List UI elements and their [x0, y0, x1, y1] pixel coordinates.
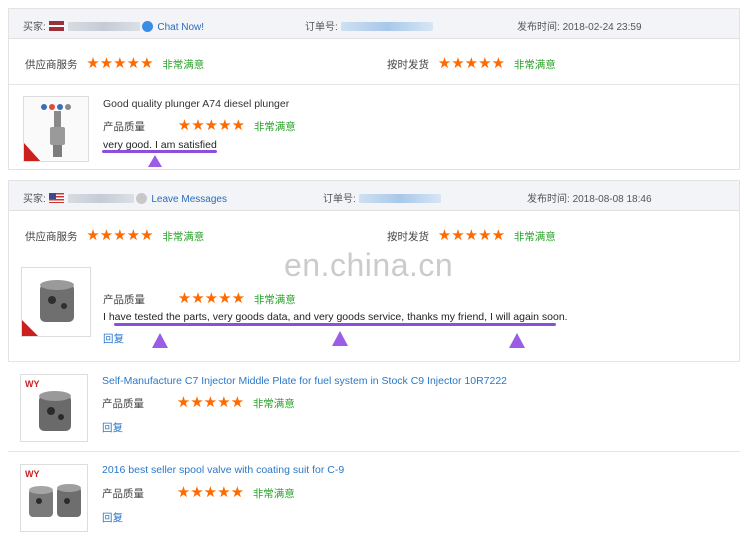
- order-info: 订单号:: [305, 18, 433, 33]
- product-title-text: Good quality plunger A74 diesel plunger: [103, 98, 290, 110]
- chat-now-link[interactable]: Chat Now!: [157, 22, 204, 33]
- product-star-rating: ★★★★★: [176, 484, 245, 501]
- supplier-rating-text: 非常满意: [162, 231, 205, 243]
- latvia-flag-icon: [48, 21, 64, 31]
- reply-row: 回复: [102, 420, 123, 435]
- product-rating-text: 非常满意: [252, 488, 295, 500]
- delivery-label: 按时发货: [387, 231, 429, 243]
- reply-link[interactable]: 回复: [103, 333, 124, 345]
- delivery-row: 按时发货 ★★★★★ 非常满意: [387, 228, 556, 244]
- product-quality-label: 产品质量: [102, 398, 144, 410]
- injector-plate-image-icon: [22, 268, 90, 336]
- buyer-name-redacted: [67, 22, 140, 31]
- order-label: 订单号:: [305, 22, 338, 33]
- reply-link[interactable]: 回复: [102, 512, 123, 524]
- product-thumbnail[interactable]: WY: [20, 374, 88, 442]
- product-rating-text: 非常满意: [253, 294, 296, 306]
- publish-time: 2018-08-08 18:46: [572, 194, 652, 205]
- annotation-arrow: [332, 331, 348, 346]
- product-rating-text: 非常满意: [253, 121, 296, 133]
- delivery-star-rating: ★★★★★: [437, 55, 506, 72]
- product-title[interactable]: 2016 best seller spool valve with coatin…: [102, 464, 344, 476]
- publish-info: 发布时间: 2018-08-08 18:46: [527, 190, 652, 205]
- publish-time: 2018-02-24 23:59: [562, 22, 642, 33]
- product-star-rating: ★★★★★: [177, 290, 246, 307]
- annotation-underline: [102, 150, 217, 153]
- product-quality-label: 产品质量: [102, 488, 144, 500]
- svg-text:WY: WY: [25, 379, 40, 389]
- spool-valve-image-icon: WY: [21, 465, 87, 531]
- product-quality-label: 产品质量: [103, 294, 145, 306]
- supplier-service-label: 供应商服务: [25, 231, 78, 243]
- order-number-redacted: [340, 22, 433, 31]
- buyer-info: 买家: Chat Now!: [23, 18, 204, 33]
- product-quality-row: 产品质量 ★★★★★ 非常满意: [102, 395, 295, 411]
- review-header: 买家: Chat Now! 订单号: 发布时间: 2018-02-24 23:5…: [9, 9, 739, 39]
- delivery-label: 按时发货: [387, 59, 429, 71]
- delivery-rating-text: 非常满意: [513, 59, 556, 71]
- plunger-image-icon: [24, 97, 88, 161]
- annotation-arrow: [148, 155, 162, 167]
- offline-icon: [136, 193, 148, 204]
- reply-row: 回复: [103, 331, 124, 346]
- supplier-service-label: 供应商服务: [25, 59, 78, 71]
- product-star-rating: ★★★★★: [177, 117, 246, 134]
- product-thumbnail[interactable]: WY: [20, 464, 88, 532]
- reply-link[interactable]: 回复: [102, 422, 123, 434]
- product-rating-text: 非常满意: [252, 398, 295, 410]
- injector-plate-image-icon: WY: [21, 375, 87, 441]
- product-thumbnail[interactable]: [23, 96, 89, 162]
- product-title[interactable]: Self-Manufacture C7 Injector Middle Plat…: [102, 375, 507, 387]
- supplier-star-rating: ★★★★★: [86, 227, 154, 244]
- product-quality-label: 产品质量: [103, 121, 145, 133]
- delivery-star-rating: ★★★★★: [437, 227, 506, 244]
- buyer-label: 买家:: [23, 194, 46, 205]
- product-quality-row: 产品质量 ★★★★★ 非常满意: [103, 291, 296, 307]
- product-title: Good quality plunger A74 diesel plunger: [103, 98, 289, 110]
- product-item: WY Self-Manufacture C7 Injector Middle P…: [8, 361, 740, 451]
- product-quality-row: 产品质量 ★★★★★ 非常满意: [103, 118, 296, 134]
- review-card-1: 买家: Chat Now! 订单号: 发布时间: 2018-02-24 23:5…: [8, 8, 740, 170]
- product-star-rating: ★★★★★: [176, 394, 245, 411]
- delivery-rating-text: 非常满意: [513, 231, 556, 243]
- divider: [9, 84, 739, 85]
- product-thumbnail[interactable]: [21, 267, 91, 337]
- reply-row: 回复: [102, 510, 123, 525]
- order-label: 订单号:: [323, 194, 356, 205]
- product-title-link[interactable]: 2016 best seller spool valve with coatin…: [102, 464, 344, 476]
- buyer-label: 买家:: [23, 22, 46, 33]
- review-header: 买家: Leave Messages 订单号: 发布时间: 2018-08-08…: [9, 181, 739, 211]
- usa-flag-icon: [48, 193, 64, 203]
- product-quality-row: 产品质量 ★★★★★ 非常满意: [102, 485, 295, 501]
- order-number-redacted: [358, 194, 441, 203]
- annotation-underline: [114, 323, 556, 326]
- publish-label: 发布时间:: [517, 22, 560, 33]
- review-comment-text: I have tested the parts, very goods data…: [103, 311, 568, 323]
- delivery-row: 按时发货 ★★★★★ 非常满意: [387, 56, 556, 72]
- leave-messages-link[interactable]: Leave Messages: [151, 194, 227, 205]
- chat-icon[interactable]: [142, 21, 154, 32]
- supplier-service-row: 供应商服务 ★★★★★ 非常满意: [25, 228, 204, 244]
- review-comment: I have tested the parts, very goods data…: [103, 311, 568, 323]
- order-info: 订单号:: [323, 190, 441, 205]
- product-item: WY 2016 best seller spool valve with coa…: [8, 451, 740, 541]
- annotation-arrow: [509, 333, 525, 348]
- publish-info: 发布时间: 2018-02-24 23:59: [517, 18, 642, 33]
- buyer-name-redacted: [67, 194, 134, 203]
- supplier-star-rating: ★★★★★: [86, 55, 154, 72]
- product-title-link[interactable]: Self-Manufacture C7 Injector Middle Plat…: [102, 375, 507, 387]
- annotation-arrow: [152, 333, 168, 348]
- publish-label: 发布时间:: [527, 194, 570, 205]
- buyer-info: 买家: Leave Messages: [23, 190, 227, 205]
- svg-text:WY: WY: [25, 469, 40, 479]
- supplier-rating-text: 非常满意: [162, 59, 205, 71]
- watermark: en.china.cn: [284, 247, 454, 283]
- supplier-service-row: 供应商服务 ★★★★★ 非常满意: [25, 56, 204, 72]
